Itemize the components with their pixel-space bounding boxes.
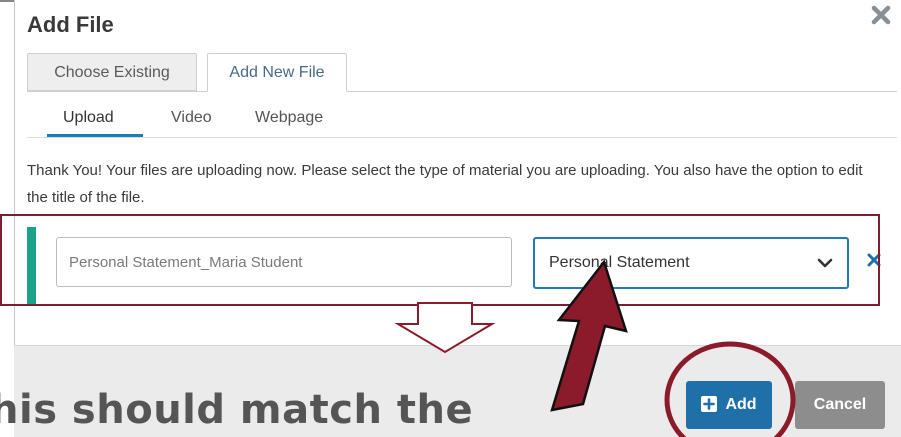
cancel-button[interactable]: Cancel [795,381,885,429]
subtab-active-indicator [47,134,143,137]
subtab-bar: Upload Video Webpage [27,103,897,138]
remove-x-icon[interactable] [867,253,881,267]
add-button-label: Add [725,396,757,413]
subtab-webpage[interactable]: Webpage [255,109,323,127]
tab-bar: Choose Existing Add New File [27,53,897,92]
subtab-video[interactable]: Video [171,109,212,127]
close-x-icon[interactable] [870,4,892,26]
dialog-title: Add File [27,12,114,37]
add-button[interactable]: Add [686,381,772,429]
file-title-input[interactable] [56,237,512,287]
upload-instructions: Thank You! Your files are uploading now.… [27,162,863,206]
slide-stage: Add File Choose Existing Add New File Up… [0,0,901,437]
upload-status-bar [27,227,36,305]
subtab-upload[interactable]: Upload [63,109,114,127]
material-type-value: Personal Statement [549,254,690,271]
chevron-down-icon [817,258,833,268]
file-row: Personal Statement [27,221,895,305]
material-type-select[interactable]: Personal Statement [533,237,849,289]
annotation-caption: his should match the [0,387,474,433]
tab-add-new-file[interactable]: Add New File [207,53,347,92]
plus-square-icon [701,396,718,412]
tab-choose-existing[interactable]: Choose Existing [27,53,197,91]
